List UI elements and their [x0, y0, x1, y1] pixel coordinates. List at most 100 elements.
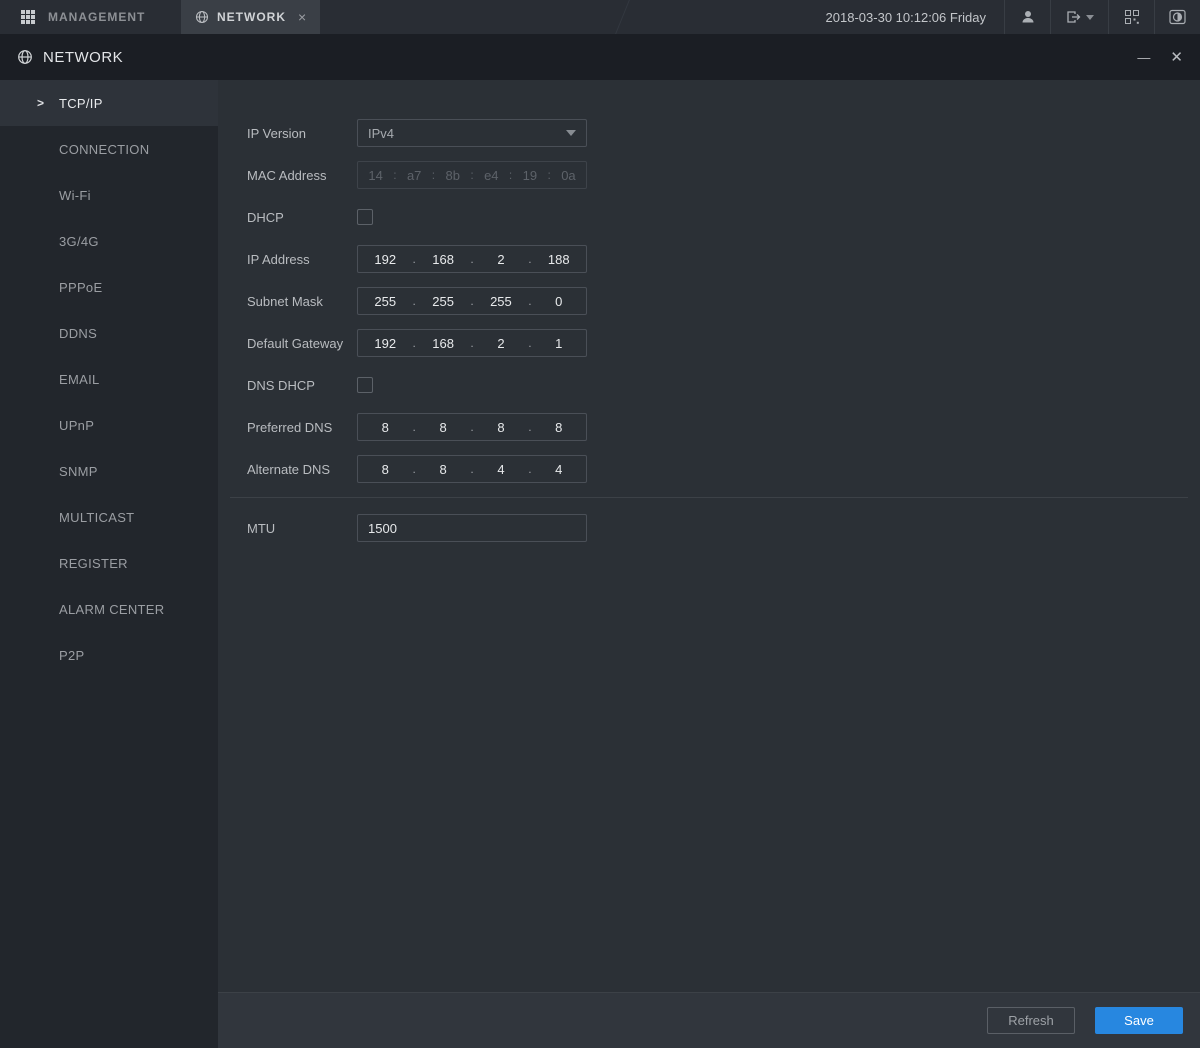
- alternate-dns-field[interactable]: 8.8.4.4: [357, 455, 587, 483]
- user-account-button[interactable]: [1004, 0, 1050, 34]
- octet-value[interactable]: 192: [358, 252, 413, 267]
- dns-dhcp-checkbox[interactable]: [357, 377, 373, 393]
- octet-value[interactable]: 19: [512, 168, 547, 183]
- ip-version-select[interactable]: IPv4: [357, 119, 587, 147]
- octet-value[interactable]: 0: [532, 294, 587, 309]
- octet-value[interactable]: 8: [532, 420, 587, 435]
- octet-value[interactable]: e4: [474, 168, 509, 183]
- action-bar: Refresh Save: [218, 992, 1200, 1048]
- octet-value[interactable]: 8b: [435, 168, 470, 183]
- octet-value[interactable]: 8: [474, 420, 529, 435]
- ip-version-value: IPv4: [368, 126, 394, 141]
- sidebar-item-connection[interactable]: CONNECTION: [0, 126, 218, 172]
- ip-address-row: IP Address 192.168.2.188: [247, 245, 1184, 273]
- sidebar-item-label: REGISTER: [59, 556, 128, 571]
- sidebar-item-label: PPPoE: [59, 280, 102, 295]
- sidebar-item-email[interactable]: EMAIL: [0, 356, 218, 402]
- refresh-button[interactable]: Refresh: [987, 1007, 1075, 1034]
- octet-value[interactable]: 8: [358, 462, 413, 477]
- sidebar-item-label: 3G/4G: [59, 234, 99, 249]
- logout-icon: [1065, 9, 1081, 25]
- default-gateway-field[interactable]: 192.168.2.1: [357, 329, 587, 357]
- octet-value[interactable]: 4: [474, 462, 529, 477]
- sidebar-item-3g-4g[interactable]: 3G/4G: [0, 218, 218, 264]
- sidebar-item-label: SNMP: [59, 464, 98, 479]
- octet-value[interactable]: 255: [474, 294, 529, 309]
- subnet-mask-label: Subnet Mask: [247, 294, 357, 309]
- sidebar-item-label: MULTICAST: [59, 510, 134, 525]
- sidebar-item-tcp-ip[interactable]: >TCP/IP: [0, 80, 218, 126]
- octet-value[interactable]: 188: [532, 252, 587, 267]
- sidebar-item-alarm-center[interactable]: ALARM CENTER: [0, 586, 218, 632]
- ip-address-field[interactable]: 192.168.2.188: [357, 245, 587, 273]
- octet-value[interactable]: 2: [474, 252, 529, 267]
- sidebar-item-label: CONNECTION: [59, 142, 149, 157]
- mac-address-label: MAC Address: [247, 168, 357, 183]
- sidebar-item-label: DDNS: [59, 326, 97, 341]
- sidebar-item-register[interactable]: REGISTER: [0, 540, 218, 586]
- dhcp-row: DHCP: [247, 203, 1184, 231]
- octet-value[interactable]: 168: [416, 336, 471, 351]
- datetime-display: 2018-03-30 10:12:06 Friday: [808, 0, 1004, 34]
- logout-button[interactable]: [1050, 0, 1108, 34]
- octet-value[interactable]: 8: [358, 420, 413, 435]
- sidebar-item-label: Wi-Fi: [59, 188, 91, 203]
- octet-value[interactable]: 168: [416, 252, 471, 267]
- octet-value[interactable]: 0a: [551, 168, 586, 183]
- sidebar-item-label: EMAIL: [59, 372, 100, 387]
- subnet-mask-field[interactable]: 255.255.255.0: [357, 287, 587, 315]
- preferred-dns-label: Preferred DNS: [247, 420, 357, 435]
- alternate-dns-row: Alternate DNS 8.8.4.4: [247, 455, 1184, 483]
- save-button[interactable]: Save: [1095, 1007, 1183, 1034]
- mtu-value: 1500: [368, 521, 397, 536]
- octet-value[interactable]: 255: [358, 294, 413, 309]
- dns-dhcp-row: DNS DHCP: [247, 371, 1184, 399]
- sidebar-item-wi-fi[interactable]: Wi-Fi: [0, 172, 218, 218]
- qr-code-button[interactable]: [1108, 0, 1154, 34]
- sidebar-item-snmp[interactable]: SNMP: [0, 448, 218, 494]
- tab-network[interactable]: NETWORK ×: [181, 0, 320, 34]
- octet-value[interactable]: 2: [474, 336, 529, 351]
- globe-icon: [195, 10, 209, 24]
- minimize-icon[interactable]: —: [1137, 51, 1150, 64]
- tab-network-label: NETWORK: [217, 10, 286, 24]
- user-icon: [1020, 9, 1036, 25]
- octet-value[interactable]: a7: [397, 168, 432, 183]
- dns-dhcp-label: DNS DHCP: [247, 378, 357, 393]
- mac-address-row: MAC Address 14:a7:8b:e4:19:0a: [247, 161, 1184, 189]
- preferred-dns-field[interactable]: 8.8.8.8: [357, 413, 587, 441]
- sidebar-item-pppoe[interactable]: PPPoE: [0, 264, 218, 310]
- ip-version-row: IP Version IPv4: [247, 119, 1184, 147]
- octet-value[interactable]: 14: [358, 168, 393, 183]
- content: >TCP/IP CONNECTION Wi-Fi 3G/4G PPPoE DDNS EMAI…: [0, 80, 1200, 1048]
- octet-value[interactable]: 8: [416, 420, 471, 435]
- display-settings-button[interactable]: [1154, 0, 1200, 34]
- ip-address-label: IP Address: [247, 252, 357, 267]
- default-gateway-label: Default Gateway: [247, 336, 357, 351]
- dhcp-label: DHCP: [247, 210, 357, 225]
- tcpip-form: IP Version IPv4 MAC Address 14:a7:8b:e4:…: [218, 80, 1200, 992]
- management-menu[interactable]: MANAGEMENT: [0, 0, 181, 34]
- sidebar-item-multicast[interactable]: MULTICAST: [0, 494, 218, 540]
- sidebar-item-label: ALARM CENTER: [59, 602, 164, 617]
- octet-value[interactable]: 192: [358, 336, 413, 351]
- chevron-down-icon: [566, 130, 576, 136]
- octet-value[interactable]: 8: [416, 462, 471, 477]
- sidebar-item-p2p[interactable]: P2P: [0, 632, 218, 678]
- mtu-input[interactable]: 1500: [357, 514, 587, 542]
- sidebar-item-label: UPnP: [59, 418, 94, 433]
- mtu-label: MTU: [247, 521, 357, 536]
- octet-value[interactable]: 255: [416, 294, 471, 309]
- window-title-bar: NETWORK — ✕: [0, 34, 1200, 80]
- topbar-divider: [615, 0, 630, 34]
- octet-value[interactable]: 4: [532, 462, 587, 477]
- dhcp-checkbox[interactable]: [357, 209, 373, 225]
- close-icon[interactable]: ✕: [1170, 50, 1183, 65]
- tab-close-icon[interactable]: ×: [298, 9, 306, 25]
- topbar-right: 2018-03-30 10:12:06 Friday: [808, 0, 1200, 34]
- sidebar-item-ddns[interactable]: DDNS: [0, 310, 218, 356]
- sidebar-item-label: P2P: [59, 648, 84, 663]
- octet-value[interactable]: 1: [532, 336, 587, 351]
- active-item-arrow-icon: >: [37, 96, 44, 110]
- sidebar-item-upnp[interactable]: UPnP: [0, 402, 218, 448]
